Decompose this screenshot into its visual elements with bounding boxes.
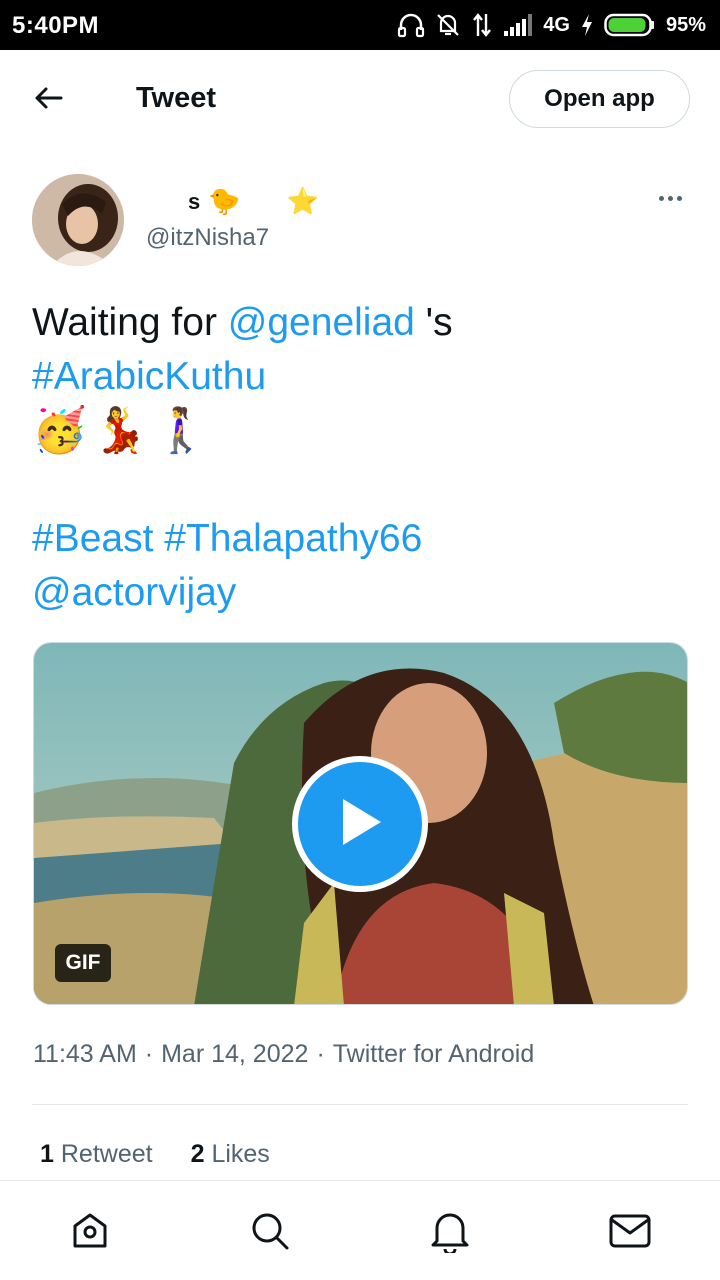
- hashtag-link[interactable]: #ArabicKuthu: [32, 355, 266, 398]
- meta-separator: ·: [316, 1040, 325, 1068]
- tweet-meta: 11:43 AM · Mar 14, 2022 · Twitter for An…: [33, 1040, 534, 1069]
- more-dot: [667, 195, 673, 201]
- search-icon: [249, 1210, 291, 1257]
- open-app-button[interactable]: Open app: [509, 70, 690, 128]
- retweet-label: Retweet: [60, 1140, 153, 1168]
- emoji-row: 🥳💃🚶‍♀️: [32, 406, 215, 455]
- more-dot: [676, 195, 682, 201]
- tweet-source[interactable]: Twitter for Android: [333, 1040, 534, 1069]
- signal-icon: [503, 13, 533, 37]
- header: Tweet Open app: [0, 50, 720, 150]
- status-bar: 5:40PM 4G 95%: [0, 0, 720, 50]
- notifications-icon: [429, 1209, 471, 1258]
- mention-link-2[interactable]: @actorvijay: [32, 571, 236, 614]
- chick-emoji: 🐤: [208, 186, 241, 216]
- play-icon: [335, 795, 385, 854]
- retweets-stat[interactable]: 1 Retweet: [40, 1140, 153, 1169]
- battery-icon: [604, 13, 656, 37]
- bottom-nav: [0, 1180, 720, 1280]
- likes-label: Likes: [211, 1140, 270, 1168]
- star-emoji: ⭐: [286, 186, 319, 216]
- nav-search[interactable]: [248, 1211, 292, 1255]
- nav-notifications[interactable]: [428, 1211, 472, 1255]
- status-icons: 4G 95%: [397, 10, 706, 40]
- play-button[interactable]: [292, 756, 428, 892]
- network-type: 4G: [543, 13, 570, 36]
- status-time: 5:40PM: [12, 12, 100, 39]
- author-name[interactable]: s 🐤 ⭐: [188, 186, 319, 217]
- tweet-time[interactable]: 11:43 AM: [33, 1040, 137, 1069]
- author-name-text: s: [188, 188, 201, 214]
- author-handle[interactable]: @itzNisha7: [146, 224, 269, 252]
- charging-icon: [580, 13, 594, 37]
- home-icon: [69, 1210, 111, 1257]
- tweet-stats: 1 Retweet 2 Likes: [40, 1140, 270, 1169]
- headphones-icon: [397, 12, 425, 38]
- likes-count: 2: [190, 1140, 205, 1168]
- page-title: Tweet: [136, 82, 217, 114]
- back-button[interactable]: [28, 80, 68, 120]
- arrow-left-icon: [33, 86, 63, 115]
- tweet-hashtags: #Beast #Thalapathy66 @actorvijay: [32, 512, 692, 620]
- gif-badge: GIF: [55, 944, 111, 982]
- bell-off-icon: [435, 12, 461, 38]
- more-options-button[interactable]: [652, 186, 688, 210]
- retweet-count: 1: [40, 1140, 54, 1168]
- mention-link[interactable]: @geneliad: [228, 301, 415, 344]
- divider: [32, 1104, 688, 1105]
- likes-stat[interactable]: 2 Likes: [191, 1140, 270, 1169]
- meta-separator: ·: [144, 1040, 154, 1068]
- data-transfer-icon: [471, 12, 493, 38]
- tweet-text-suffix: 's: [414, 301, 453, 344]
- tweet-text-prefix: Waiting for: [32, 301, 228, 344]
- messages-icon: [608, 1212, 652, 1255]
- tweet-emojis: 🥳💃🚶‍♀️: [32, 400, 214, 460]
- tweet-date[interactable]: Mar 14, 2022: [161, 1040, 308, 1069]
- nav-messages[interactable]: [608, 1211, 652, 1255]
- avatar[interactable]: [32, 174, 124, 266]
- tweet-text: Waiting for @geneliad 's #ArabicKuthu: [32, 296, 692, 404]
- more-dot: [658, 195, 664, 201]
- nav-home[interactable]: [68, 1211, 112, 1255]
- battery-percent: 95%: [665, 13, 706, 36]
- hashtags-link[interactable]: #Beast #Thalapathy66: [32, 517, 422, 560]
